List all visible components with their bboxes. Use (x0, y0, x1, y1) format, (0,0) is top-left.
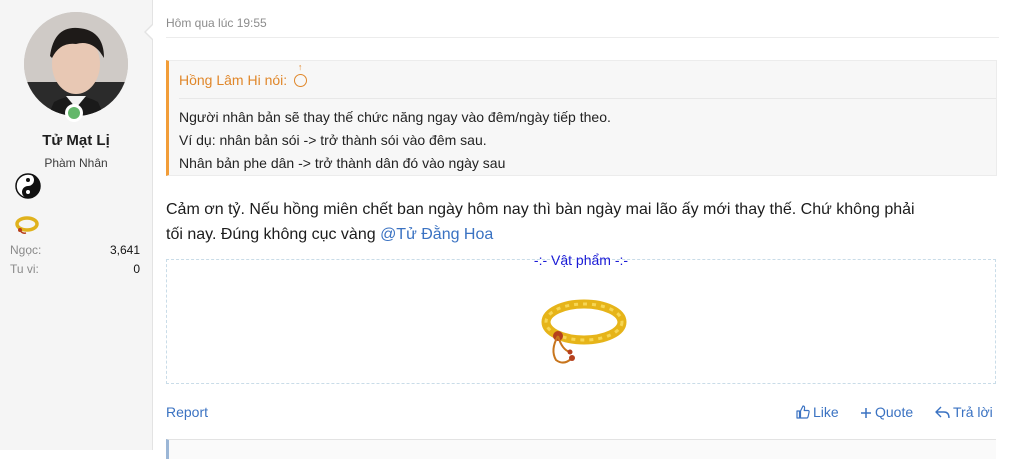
avatar[interactable] (24, 12, 128, 116)
stat-value-tuvi: 0 (133, 262, 140, 276)
message-text: tối nay. Đúng không cục vàng (166, 226, 381, 243)
stat-value-ngoc: 3,641 (109, 243, 140, 257)
divider (166, 37, 999, 38)
quote-line: Nhân bản phe dân -> trở thành dân đó vào… (179, 155, 506, 171)
quote-attribution[interactable]: Hồng Lâm Hi nói: (179, 72, 287, 88)
like-button[interactable]: Like (796, 404, 839, 420)
post-timestamp[interactable]: Hôm qua lúc 19:55 (166, 16, 267, 30)
reply-button[interactable]: Trả lời (935, 404, 993, 420)
username[interactable]: Tử Mạt Lị (0, 132, 152, 149)
arrow-up-circle-icon[interactable] (294, 62, 308, 87)
stat-label-ngoc: Ngọc: (10, 243, 42, 257)
user-sidebar: Tử Mạt Lị Phàm Nhân Ngọc: 3,641 Tu vi: 0 (0, 0, 153, 450)
online-indicator-icon (65, 104, 83, 122)
quote-header[interactable]: Hồng Lâm Hi nói: (179, 61, 996, 99)
user-title: Phàm Nhân (44, 156, 108, 170)
quote-label[interactable]: Quote (875, 404, 913, 420)
bracelet-icon (15, 216, 39, 234)
quote-line: Người nhân bản sẽ thay thế chức năng nga… (179, 109, 611, 125)
post-pointer-inner (146, 25, 153, 39)
message-line: Cảm ơn tỷ. Nếu hồng miên chết ban ngày h… (166, 201, 915, 218)
thumbs-up-icon (796, 405, 810, 419)
quote-button[interactable]: Quote (860, 404, 913, 420)
user-mention-link[interactable]: @Tử Đằng Hoa (380, 226, 493, 243)
reply-label[interactable]: Trả lời (953, 404, 993, 420)
quote-block: Hồng Lâm Hi nói: Người nhân bản sẽ thay … (166, 60, 997, 176)
report-link[interactable]: Report (166, 404, 208, 420)
stat-label-tuvi: Tu vi: (10, 262, 39, 276)
reply-icon (935, 406, 950, 419)
item-title: -:- Vật phẩm -:- (533, 252, 629, 268)
like-label[interactable]: Like (813, 404, 839, 420)
yinyang-icon (15, 173, 41, 199)
post-message: Cảm ơn tỷ. Nếu hồng miên chết ban ngày h… (166, 197, 996, 247)
bracelet-item-image (541, 299, 627, 364)
next-post-quote-preview (166, 439, 996, 459)
plus-icon (861, 408, 871, 418)
message-line: tối nay. Đúng không cục vàng @Tử Đằng Ho… (166, 222, 996, 247)
quote-line: Ví dụ: nhân bản sói -> trở thành sói vào… (179, 132, 487, 148)
